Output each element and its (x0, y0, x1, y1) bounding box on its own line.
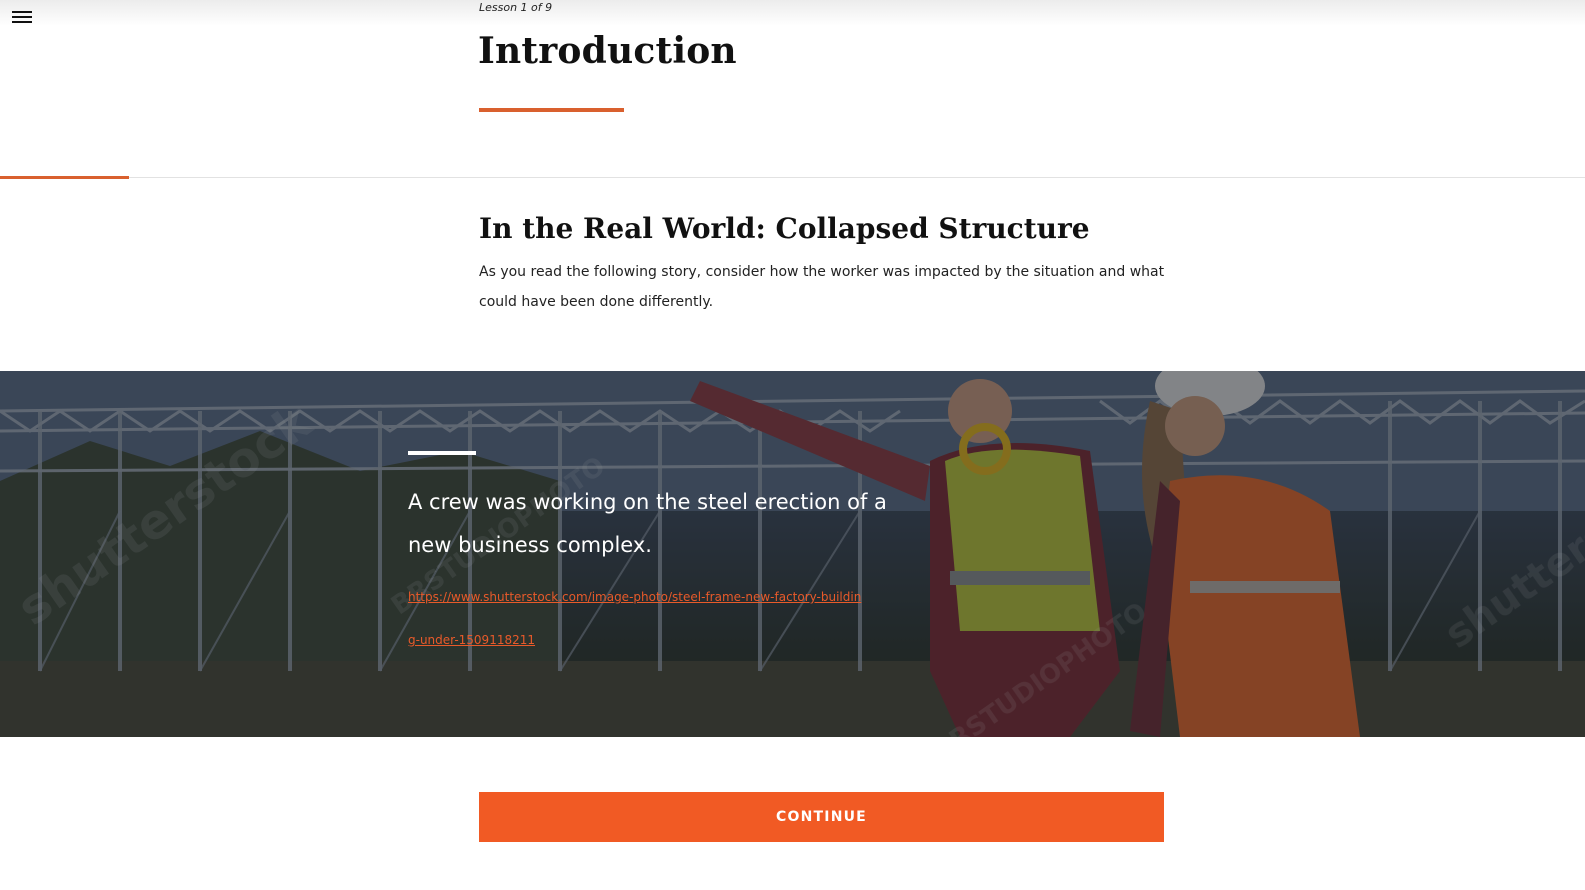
lesson-counter: Lesson 1 of 9 (479, 1, 553, 14)
quote-rule (408, 451, 476, 455)
menu-line (12, 11, 32, 13)
story-banner: shutterstock BRSTUDIOPHOTO BRSTUDIOPHOTO… (0, 371, 1585, 737)
image-source-link[interactable]: https://www.shutterstock.com/image-photo… (408, 576, 868, 662)
lesson-title: Introduction (478, 30, 737, 72)
lesson-progress-fill (0, 176, 130, 179)
continue-button[interactable]: CONTINUE (479, 792, 1164, 842)
lesson-progress-bar (0, 176, 1585, 179)
menu-line (12, 16, 32, 18)
menu-line (12, 21, 32, 23)
title-underline (479, 108, 624, 112)
section-heading: In the Real World: Collapsed Structure (479, 212, 1090, 245)
top-bar-shadow (0, 0, 1585, 26)
section-description: As you read the following story, conside… (479, 264, 1165, 310)
lesson-page: Lesson 1 of 9 Introduction In the Real W… (0, 0, 1585, 890)
story-quote: A crew was working on the steel erection… (408, 490, 887, 557)
hamburger-menu-icon[interactable] (12, 8, 32, 26)
